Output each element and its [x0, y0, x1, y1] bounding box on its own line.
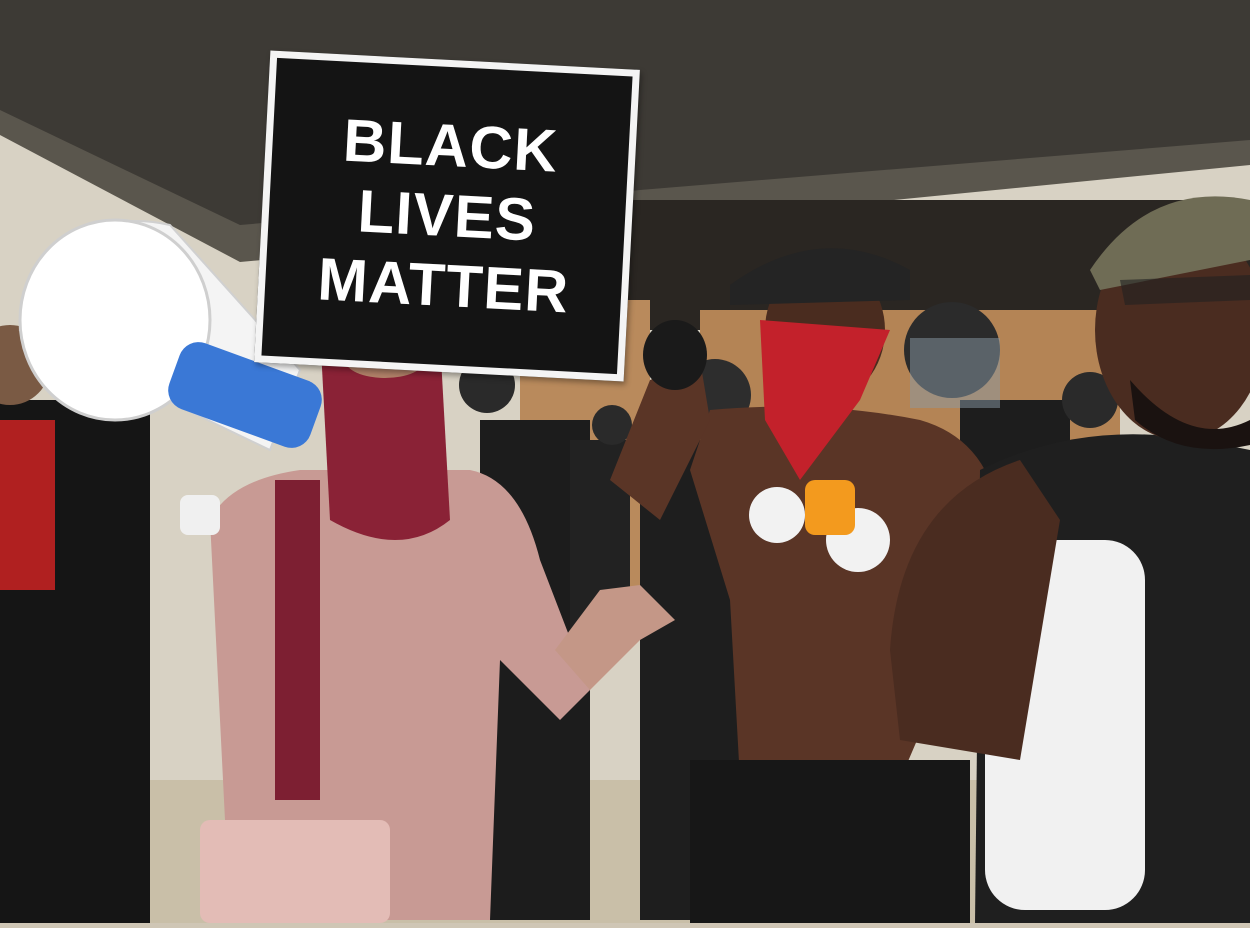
photo-scene: BLACK LIVES MATTER — [0, 0, 1250, 923]
red-shirt — [0, 420, 55, 590]
scarf-tail — [275, 480, 320, 800]
protest-sign: BLACK LIVES MATTER — [254, 50, 640, 382]
pink-handbag — [200, 820, 390, 923]
riot-visor — [910, 338, 1000, 408]
sign-text-line-3: MATTER — [316, 245, 571, 326]
respirator-filter — [749, 487, 805, 543]
sign-text-line-1: BLACK — [341, 106, 560, 185]
riot-helmet — [592, 405, 632, 445]
megaphone-grip — [180, 495, 220, 535]
black-pants — [690, 760, 970, 923]
black-glove-fist — [643, 320, 707, 390]
respirator-body — [805, 480, 855, 535]
sign-text-line-2: LIVES — [356, 177, 538, 254]
eyeglasses — [1120, 275, 1250, 305]
